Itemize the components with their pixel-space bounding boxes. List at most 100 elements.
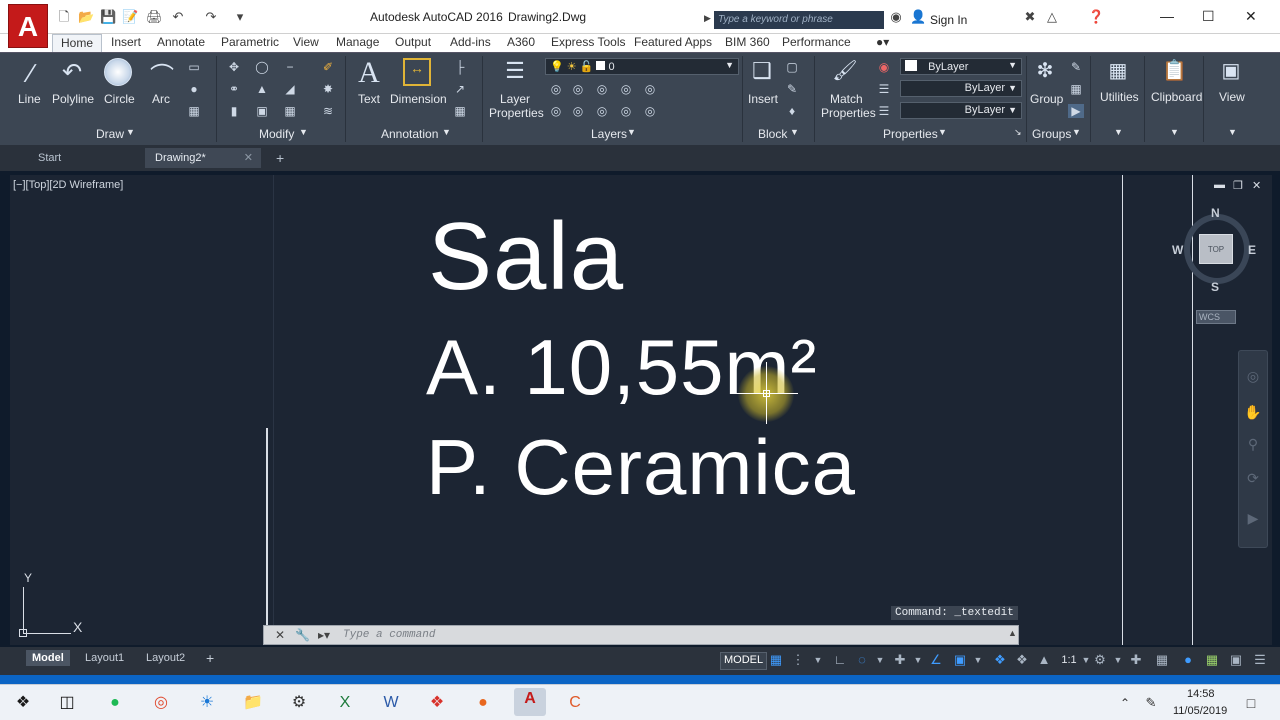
chevron-down-icon[interactable]: ▼ [1110, 652, 1126, 668]
hardware-acceleration-icon[interactable]: ▦ [1204, 652, 1220, 668]
panel-modify-label[interactable]: Modify [259, 127, 294, 141]
view-icon[interactable]: ▣ [1219, 58, 1243, 86]
tab-a360[interactable]: A360 [507, 34, 535, 52]
properties-dialog-launcher-icon[interactable]: ↘ [1014, 127, 1022, 138]
workspace-gear-icon[interactable]: ⚙ [1092, 652, 1108, 668]
drawing-text-floor[interactable]: P. Ceramica [426, 422, 856, 513]
chevron-down-icon[interactable]: ▼ [970, 652, 986, 668]
circle-icon[interactable] [104, 58, 132, 86]
tab-express-tools[interactable]: Express Tools [551, 34, 625, 52]
viewport-controls[interactable]: [−][Top][2D Wireframe] [13, 179, 123, 191]
firefox-icon[interactable]: ● [472, 692, 494, 714]
tab-view[interactable]: View [293, 34, 319, 52]
clean-screen-icon[interactable]: ▣ [1228, 652, 1244, 668]
layer-tool-icon[interactable]: ◎ [618, 104, 634, 118]
layer-tool-icon[interactable]: ◎ [570, 104, 586, 118]
tab-manage[interactable]: Manage [336, 34, 379, 52]
trim-icon[interactable]: − [282, 60, 298, 74]
pen-icon[interactable]: ✎ [1140, 692, 1162, 714]
group-edit-icon[interactable]: ▦ [1068, 82, 1084, 96]
ribbon-options-icon[interactable]: ●▾ [876, 34, 889, 52]
wcs-menu[interactable]: WCS [1196, 310, 1236, 324]
chrome-icon[interactable]: ◎ [150, 692, 172, 714]
linear-dimension-icon[interactable]: ├ [452, 60, 468, 74]
modify-expand-icon[interactable]: ▼ [299, 127, 308, 137]
utilities-tool[interactable]: Utilities [1100, 90, 1139, 104]
layer-tool-icon[interactable]: ◎ [594, 104, 610, 118]
viewport-close-icon[interactable]: ✕ [1252, 179, 1261, 192]
application-menu-button[interactable]: A [8, 4, 48, 48]
open-folder-icon[interactable]: 📂 [78, 10, 94, 24]
view-tool[interactable]: View [1219, 90, 1245, 104]
lineweight-icon[interactable]: ☰ [876, 82, 892, 96]
line-icon[interactable]: ∕ [18, 58, 44, 88]
pan-hand-icon[interactable]: ✋ [1244, 404, 1262, 422]
clipboard-tool[interactable]: Clipboard [1151, 90, 1202, 104]
save-as-icon[interactable]: 📝 [122, 10, 138, 24]
explode-icon[interactable]: ✸ [320, 82, 336, 96]
stretch-icon[interactable]: ▮ [226, 104, 242, 118]
color-wheel-icon[interactable]: ◉ [876, 60, 892, 74]
linetype-icon[interactable]: ☰ [876, 104, 892, 118]
linetype-dropdown[interactable]: ByLayer ▼ [900, 80, 1022, 97]
layer-tool-icon[interactable]: ◎ [548, 82, 564, 96]
tab-insert[interactable]: Insert [111, 34, 141, 52]
fillet-icon[interactable]: ◢ [282, 82, 298, 96]
a360-icon[interactable]: △ [1044, 10, 1060, 24]
arc-tool[interactable]: Arc [152, 92, 170, 106]
help-icon[interactable]: ❓ [1088, 10, 1104, 24]
groups-expand-icon[interactable]: ▼ [1072, 127, 1081, 137]
text-icon[interactable]: A [354, 56, 384, 89]
scale-icon[interactable]: ▣ [254, 104, 270, 118]
action-center-icon[interactable]: □ [1240, 692, 1262, 714]
sign-in-button[interactable]: Sign In [930, 13, 967, 27]
sketchup-icon[interactable]: ❖ [426, 692, 448, 714]
move-icon[interactable]: ✥ [226, 60, 242, 74]
layout-tab-layout2[interactable]: Layout2 [140, 650, 191, 666]
viewcube-top-face[interactable]: TOP [1199, 234, 1233, 264]
layer-tool-icon[interactable]: ◎ [594, 82, 610, 96]
calculator-icon[interactable]: ▦ [1106, 58, 1130, 86]
word-icon[interactable]: W [380, 692, 402, 714]
steering-wheel-icon[interactable]: ◎ [1244, 368, 1262, 386]
new-tab-plus-icon[interactable]: + [266, 148, 294, 168]
block-expand-icon[interactable]: ▼ [790, 127, 799, 137]
lineweight-dropdown[interactable]: ByLayer ▼ [900, 102, 1022, 119]
panel-draw-label[interactable]: Draw [96, 127, 124, 141]
layer-properties-tool-line1[interactable]: Layer [500, 92, 530, 106]
match-properties-icon[interactable]: 🖌 [832, 58, 858, 86]
annotation-visibility-icon[interactable]: ❖ [992, 652, 1008, 668]
isolate-objects-icon[interactable]: ● [1180, 652, 1196, 668]
tab-featured-apps[interactable]: Featured Apps [634, 34, 712, 52]
tab-bim-360[interactable]: BIM 360 [725, 34, 770, 52]
tab-home[interactable]: Home [52, 34, 103, 52]
utilities-expand-icon[interactable]: ▼ [1114, 127, 1123, 137]
viewport-restore-icon[interactable]: ❐ [1233, 179, 1243, 192]
object-snap-icon[interactable]: ▣ [952, 652, 968, 668]
viewcube-south[interactable]: S [1211, 280, 1219, 294]
layer-properties-icon[interactable]: ☰ [500, 58, 530, 86]
tab-add-ins[interactable]: Add-ins [450, 34, 491, 52]
print-icon[interactable]: 🖨 [146, 10, 163, 24]
snap-icon[interactable]: ⋮ [790, 652, 806, 668]
minimize-window-icon[interactable]: — [1160, 8, 1174, 24]
search-expand-icon[interactable]: ▶ [704, 13, 711, 24]
viewport-minimize-icon[interactable]: ▬ [1214, 179, 1225, 191]
viewcube-east[interactable]: E [1248, 243, 1256, 257]
circle-tool[interactable]: Circle [104, 92, 135, 106]
command-input[interactable] [343, 627, 1003, 643]
maximize-window-icon[interactable]: ☐ [1202, 8, 1215, 25]
arc-icon[interactable]: ⌒ [148, 56, 176, 90]
text-tool[interactable]: Text [358, 92, 380, 106]
viewcube-west[interactable]: W [1172, 243, 1183, 257]
file-explorer-icon[interactable]: 📁 [242, 692, 264, 714]
polyline-tool[interactable]: Polyline [52, 92, 94, 106]
annotation-scale-icon[interactable]: ▲ [1036, 652, 1052, 668]
array-icon[interactable]: ▦ [282, 104, 298, 118]
polyline-icon[interactable]: ↶ [58, 58, 86, 88]
group-selection-icon[interactable]: ▶ [1068, 104, 1084, 118]
drawing-text-room-name[interactable]: Sala [428, 202, 624, 312]
customization-menu-icon[interactable]: ☰ [1252, 652, 1268, 668]
clock-date[interactable]: 11/05/2019 [1173, 705, 1227, 717]
layers-expand-icon[interactable]: ▼ [627, 127, 636, 137]
